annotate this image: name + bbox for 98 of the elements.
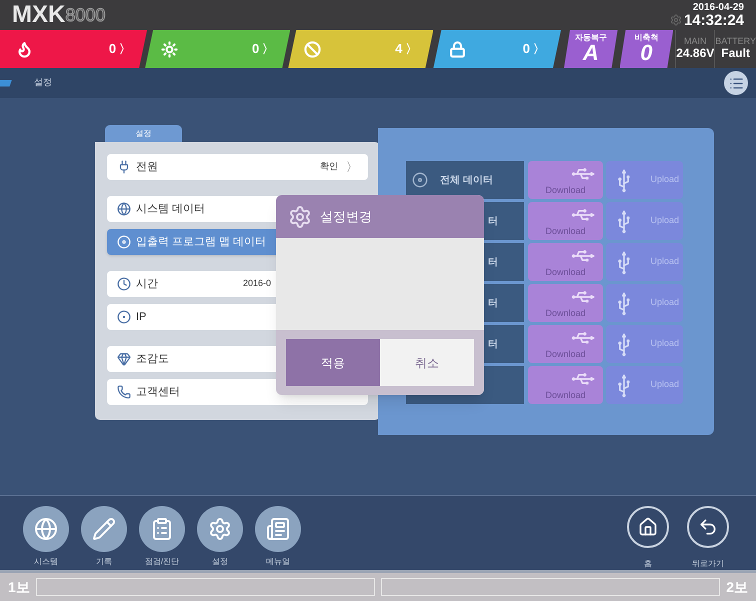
nav-label: 홈 [644,558,652,570]
nav-button[interactable] [255,506,301,552]
clock-icon [117,277,131,291]
upload-button[interactable]: Upload [606,366,683,404]
data-label: 터 [488,256,498,270]
settings-tab[interactable]: 설정 [105,125,182,142]
mode-value: A [582,42,599,64]
mode-label: 자동복구 [574,34,607,42]
chevron-text: 〉 [119,41,132,58]
target-icon [117,310,131,324]
alarm-counter[interactable]: 0 〉 [0,30,148,68]
logo-model-text: 8000 [65,6,106,24]
breadcrumb-text: 설정 [34,76,52,90]
disc-icon [117,235,131,249]
breadcrumb-marker-icon [0,80,12,86]
clipboard-icon [150,517,174,541]
nav-label: 뒤로가기 [692,558,724,570]
list-menu-button[interactable] [724,71,748,95]
mode-indicator[interactable]: 자동복구 A [564,30,618,68]
alarm-count: 0 [108,40,116,58]
item-label: IP [136,310,146,325]
alarm-counter[interactable]: 4 〉 [288,30,434,68]
alarm-counter[interactable]: 0 〉 [433,30,561,68]
mode-label: 비축척 [634,34,658,42]
bottom-bar-left-text: 1보 [8,578,30,596]
phone-icon [117,385,131,399]
data-label: 전체 데이터 [440,174,493,188]
alarm-count: 0 [522,40,530,58]
sun-icon [161,40,178,58]
globe-icon [117,202,131,216]
dialog-button[interactable]: 취소 [380,339,474,386]
nav-button[interactable] [197,506,243,552]
menu-icon [728,76,744,90]
power-value: Fault [721,46,750,61]
nav-label: 메뉴얼 [266,556,290,568]
power-value: 24.86V [676,46,714,61]
upload-button[interactable]: Upload [606,243,683,281]
upload-button[interactable]: Upload [606,161,683,199]
item-label: 시간 [136,276,158,292]
item-label: 전원 [136,160,158,175]
nav-label: 기록 [96,556,112,568]
download-button[interactable]: Download [528,161,603,199]
chevron-text: 〉 [405,41,418,58]
power-label: MAIN [684,37,707,46]
back-arrow-icon [698,517,718,537]
item-label: 시스템 데이터 [136,202,206,217]
gear-icon [670,14,682,26]
nav-button[interactable] [139,506,185,552]
nav-label: 점검/진단 [144,556,180,568]
data-label: 터 [488,338,498,352]
download-button[interactable]: Download [528,284,603,322]
data-label: 터 [488,214,498,228]
plug-icon [117,160,131,174]
nav-button[interactable] [687,506,729,548]
data-label: 터 [488,296,498,310]
logo-text: MXK [12,3,66,27]
nav-button[interactable] [627,506,669,548]
chevron-text: 〉 [262,41,274,58]
lock-icon [449,40,466,58]
chevron-text: 〉 [346,159,358,176]
item-value: 2016-0 [243,277,272,290]
disc-icon [412,172,428,188]
gem-icon [117,352,131,366]
bottom-bar-right-text: 2보 [726,578,748,596]
alarm-counter[interactable]: 0 〉 [145,30,290,68]
dialog-button[interactable]: 적용 [286,339,380,386]
settings-item[interactable]: 전원 확인 〉 [107,154,368,180]
clock-text: 14:32:24 [684,12,744,28]
home-icon [638,517,658,537]
nav-button[interactable] [81,506,127,552]
alarm-count: 4 [395,40,402,58]
settings-icon [288,204,312,228]
item-value: 확인 [319,160,338,174]
upload-button[interactable]: Upload [606,202,683,240]
alarm-count: 0 [252,40,260,58]
upload-button[interactable]: Upload [606,325,683,363]
item-label: 조감도 [136,352,169,367]
power-label: BATTERY [715,37,756,46]
nav-label: 시스템 [34,556,58,568]
globe-icon [34,517,58,541]
document-icon [266,517,290,541]
download-button[interactable]: Download [528,202,603,240]
pencil-icon [92,517,116,541]
upload-button[interactable]: Upload [606,284,683,322]
nav-label: 설정 [212,556,228,568]
flame-icon [16,40,33,58]
chevron-text: 〉 [532,41,545,58]
no-entry-icon [304,40,322,58]
mode-value: 0 [640,42,653,64]
item-label: 고객센터 [136,384,180,400]
mode-indicator[interactable]: 비축척 0 [620,30,674,68]
download-button[interactable]: Download [528,325,603,363]
date-text: 2016-04-29 [692,2,744,12]
download-button[interactable]: Download [528,243,603,281]
settings-icon [208,517,232,541]
nav-button[interactable] [23,506,69,552]
item-label: 입출력 프로그램 맵 데이터 [136,234,266,250]
download-button[interactable]: Download [528,366,603,404]
